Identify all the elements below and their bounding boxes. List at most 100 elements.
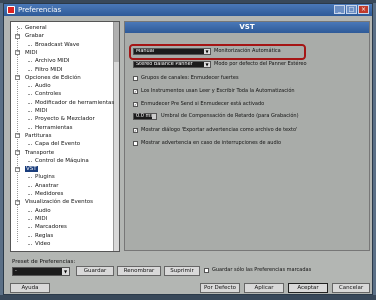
delete-preset-button[interactable]: Suprimir [164, 266, 200, 276]
preferences-tree: General Grabar − Broadcast Wave MIDI − Archivo… [10, 21, 120, 252]
window-title: Preferencias [18, 6, 62, 14]
tree-connector [28, 69, 32, 71]
tree-item[interactable]: General [25, 24, 47, 32]
expand-toggle-icon[interactable]: − [15, 50, 20, 56]
tree-item[interactable]: Transporte [25, 149, 54, 157]
tree-connector [28, 243, 32, 245]
tree-item-label: Marcadores [35, 224, 67, 231]
tree-item[interactable]: Medidores [35, 190, 63, 198]
tree-item[interactable]: Herramientas [35, 124, 72, 132]
tree-item[interactable]: Reglas [35, 232, 53, 240]
tree-item[interactable]: Controles [35, 90, 61, 98]
chevron-down-icon: ▼ [204, 62, 210, 67]
tree-connector [28, 119, 32, 121]
tree-item-label: Medidores [35, 191, 64, 197]
expand-toggle-icon[interactable]: − [15, 75, 20, 81]
tree-connector [28, 86, 32, 88]
cancel-button[interactable]: Cancelar [332, 283, 370, 293]
minimize-button[interactable]: _ [334, 5, 345, 14]
tree-connector [28, 102, 32, 104]
monitor-select-value: Manual [136, 48, 155, 54]
chevron-down-icon: ▼ [204, 49, 210, 54]
maximize-button[interactable]: □ [346, 5, 357, 14]
tree-item-label: Visualización de Eventos [25, 199, 93, 206]
tree-item-label: Audio [35, 83, 51, 90]
help-button[interactable]: Ayuda [10, 283, 50, 293]
tree-item-label: Filtro MIDI [35, 66, 63, 73]
tree-item[interactable]: MIDI [35, 215, 47, 223]
tree-item-label: Control de Máquina [35, 157, 89, 164]
tree-item-label: Controles [35, 91, 62, 98]
tree-item[interactable]: VST [25, 165, 38, 173]
tree-connector [28, 160, 32, 162]
tree-item-label: Anastrar [35, 182, 59, 189]
tree-item[interactable]: Audio [35, 207, 51, 215]
mute-groups-checkbox[interactable] [133, 76, 138, 81]
expand-toggle-icon[interactable]: − [15, 150, 20, 155]
close-button[interactable]: × [358, 5, 369, 14]
tree-item[interactable]: Anastrar [35, 182, 59, 190]
tree-item[interactable]: Audio [35, 82, 51, 90]
tree-connector [28, 210, 32, 212]
expand-toggle-icon[interactable]: − [15, 166, 20, 172]
delay-threshold-value: 0.0 ms [136, 113, 154, 119]
tree-item[interactable]: Modificador de herramientas [35, 99, 114, 107]
expand-toggle-icon[interactable]: − [15, 199, 20, 205]
instruments-automation-label: Los Instrumentos usan Leer y Escribir To… [141, 88, 295, 94]
tree-item[interactable]: Archivo MIDI [35, 57, 70, 65]
tree-scrollbar[interactable] [113, 22, 119, 251]
tree-item[interactable]: Opciones de Edición [25, 74, 81, 82]
tree-item[interactable]: Filtro MIDI [35, 66, 62, 74]
preset-select[interactable]: - ▼ [12, 267, 70, 276]
tree-item[interactable]: Grabar [25, 32, 44, 40]
apply-button[interactable]: Aplicar [244, 283, 284, 293]
delay-threshold-label: Umbral de Compensación de Retardo (para … [161, 113, 299, 119]
ok-button[interactable]: Aceptar [288, 283, 328, 293]
rename-preset-button[interactable]: Renombrar [117, 266, 161, 276]
tree-item[interactable]: Marcadores [35, 223, 67, 231]
tree-item[interactable]: Video [35, 240, 50, 248]
tree-connector [28, 227, 32, 229]
tree-connector [28, 194, 32, 195]
tree-item-label: Audio [35, 207, 51, 214]
tree-item[interactable]: Broadcast Wave [35, 41, 79, 49]
tree-item-label: Herramientas [35, 124, 73, 131]
delay-threshold-field[interactable]: 0.0 ms [133, 113, 157, 120]
export-warnings-checkbox[interactable]: ✓ [133, 128, 138, 133]
expand-toggle-icon[interactable]: − [15, 33, 20, 39]
tree-item[interactable]: MIDI [25, 49, 37, 57]
tree-scroll-thumb[interactable] [114, 22, 119, 62]
save-preset-button[interactable]: Guardar [76, 266, 114, 276]
tree-item-label: General [25, 25, 47, 31]
tree-item[interactable]: Visualización de Eventos [25, 198, 93, 206]
tree-item[interactable]: MIDI [35, 107, 47, 115]
mute-pre-send-checkbox[interactable]: ✓ [133, 102, 138, 107]
tree-item[interactable]: Proyecto & Mezclador [35, 115, 95, 123]
expand-toggle-icon[interactable]: − [15, 133, 20, 139]
panel-header: VST [125, 22, 369, 33]
panner-select[interactable]: Stereo Balance Panner ▼ [133, 61, 211, 68]
tree-item-label: MIDI [25, 49, 38, 56]
instruments-automation-checkbox[interactable]: ✓ [133, 89, 138, 94]
panner-label: Modo por defecto del Panner Estéreo [214, 61, 307, 67]
audio-dropout-checkbox[interactable] [133, 141, 138, 146]
default-button[interactable]: Por Defecto [200, 283, 240, 293]
tree-item[interactable]: Control de Máquina [35, 157, 89, 165]
spin-icon[interactable] [152, 114, 156, 119]
tree-item[interactable]: Capa del Evento [35, 140, 80, 148]
monitor-select[interactable]: Manual ▼ [133, 48, 211, 55]
vst-settings-panel: VST Manual ▼ Monitorización Automática S… [124, 21, 370, 251]
tree-connector [28, 111, 32, 112]
tree-connector [28, 144, 32, 146]
tree-item[interactable]: Plugins [35, 173, 55, 181]
tree-connector [28, 94, 32, 96]
tree-item[interactable]: Partituras [25, 132, 52, 140]
tree-connector [28, 61, 32, 63]
save-marked-only-checkbox[interactable] [204, 268, 209, 273]
tree-connector [28, 44, 32, 46]
app-icon [7, 6, 15, 14]
tree-item-label: Grabar [25, 33, 45, 40]
title-bar: Preferencias _ □ × [4, 4, 372, 16]
tree-item-label: Opciones de Edición [25, 74, 81, 81]
tree-connector [28, 177, 32, 179]
